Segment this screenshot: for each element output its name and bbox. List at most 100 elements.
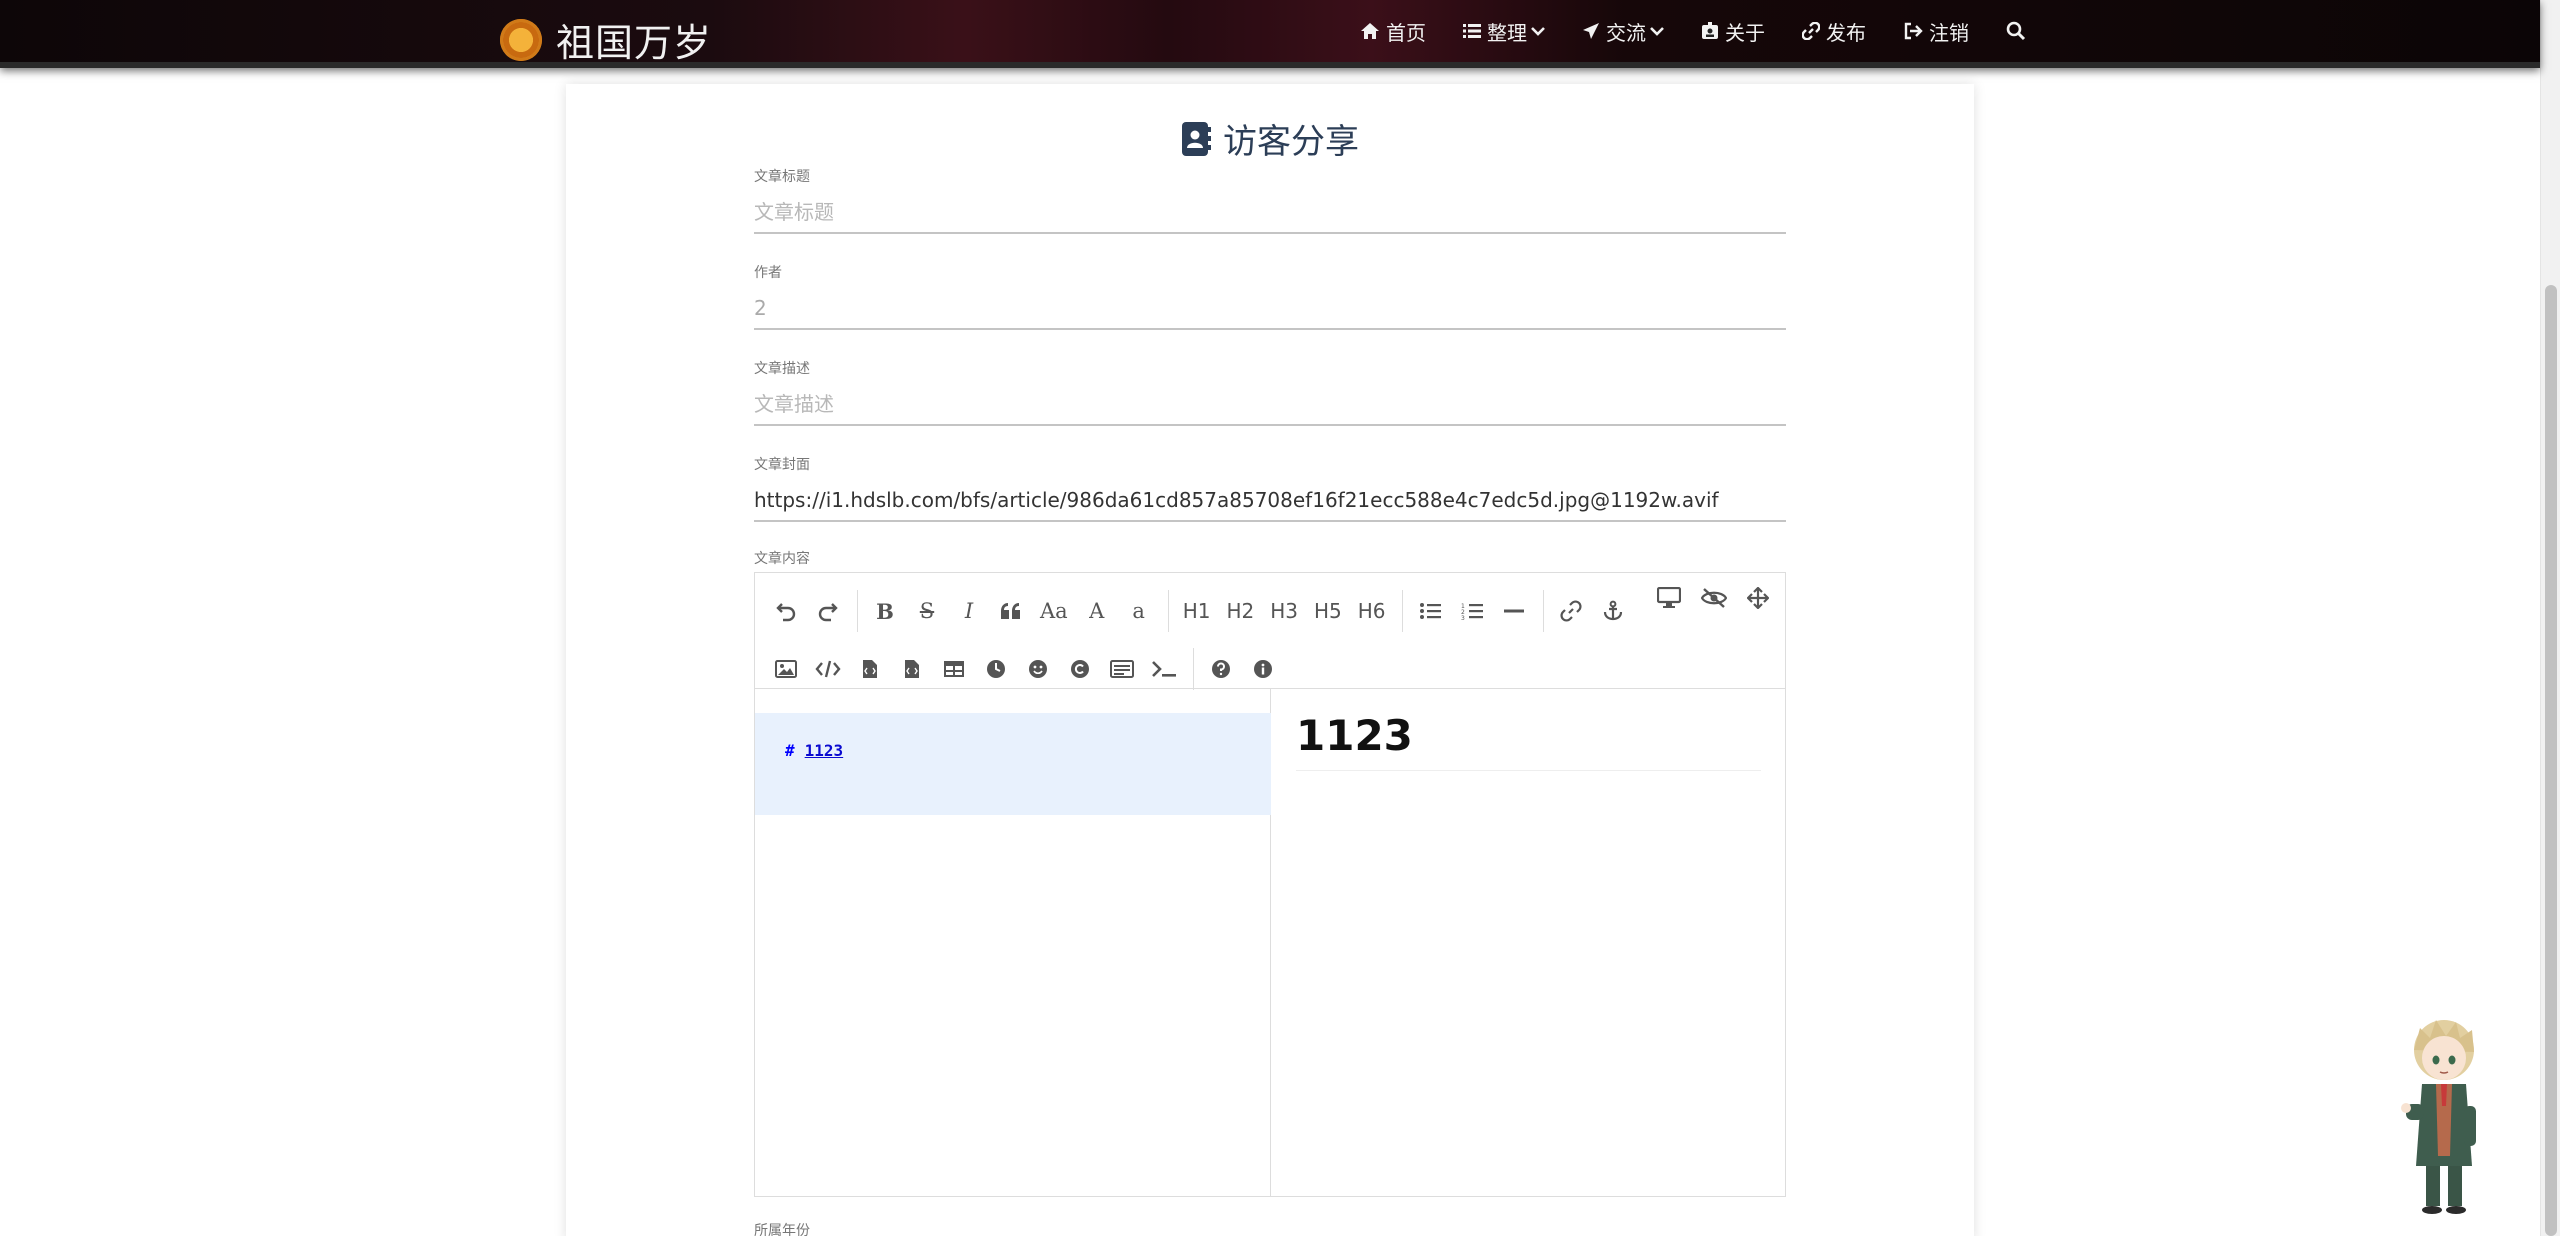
chevron-down-icon	[1650, 27, 1664, 36]
h6-button[interactable]: H6	[1358, 596, 1386, 626]
list-icon	[1463, 24, 1481, 38]
toolbar-divider	[857, 590, 858, 632]
markdown-source-pane[interactable]: #1123	[755, 689, 1271, 1196]
toolbar-divider	[1167, 590, 1169, 632]
site-logo	[500, 18, 542, 61]
h1-button[interactable]: H1	[1183, 596, 1211, 626]
uppercase-button[interactable]: A	[1084, 596, 1110, 626]
nav-item-publish[interactable]: 发布	[1802, 17, 1866, 46]
content-field: 文章内容	[754, 548, 1786, 568]
year-label: 所属年份	[754, 1223, 810, 1236]
id-badge-icon	[1702, 22, 1718, 39]
editor-toolbar: B S I Aa A a H1 H2 H3 H5 H6 123	[755, 573, 1785, 690]
title-input[interactable]	[754, 186, 1786, 234]
toolbar-row-1: B S I Aa A a H1 H2 H3 H5 H6 123	[773, 590, 1642, 632]
page-break-icon[interactable]	[1109, 654, 1135, 684]
arrows-icon[interactable]	[1746, 586, 1770, 613]
strikethrough-button[interactable]: S	[914, 596, 940, 626]
author-field: 作者	[754, 262, 1786, 330]
code-icon[interactable]	[815, 654, 841, 684]
eye-slash-icon[interactable]	[1700, 587, 1728, 613]
undo-icon[interactable]	[773, 596, 799, 626]
redo-icon[interactable]	[815, 596, 841, 626]
quote-icon[interactable]	[998, 596, 1024, 626]
h3-button[interactable]: H3	[1270, 596, 1298, 626]
markdown-preview-pane: 1123	[1272, 689, 1785, 1196]
nav-home-label: 首页	[1386, 20, 1426, 45]
active-line-highlight	[755, 713, 1271, 815]
address-book-icon	[1182, 121, 1211, 156]
share-form-card: 访客分享 文章标题 作者 文章描述 文章封面 文章内容 B S I A	[566, 84, 1974, 1236]
paper-plane-icon	[1583, 23, 1599, 39]
nav-search-button[interactable]	[2006, 21, 2032, 41]
italic-button[interactable]: I	[956, 596, 982, 626]
image-icon[interactable]	[773, 654, 799, 684]
link-icon[interactable]	[1558, 596, 1584, 626]
top-navbar: 祖国万岁 首页 整理 交流 关于 发布 注销	[0, 0, 2540, 68]
source-heading-text: 1123	[804, 741, 844, 760]
page-scrollbar[interactable]	[2540, 0, 2560, 1236]
cover-input[interactable]	[754, 474, 1786, 522]
cover-field: 文章封面	[754, 454, 1786, 522]
clock-icon[interactable]	[983, 654, 1009, 684]
cover-label: 文章封面	[754, 457, 810, 473]
author-label: 作者	[754, 265, 782, 281]
author-input[interactable]	[754, 282, 1786, 330]
title-field: 文章标题	[754, 166, 1786, 234]
page-heading: 访客分享	[566, 114, 1974, 163]
markdown-editor: B S I Aa A a H1 H2 H3 H5 H6 123 # 1123 1…	[754, 572, 1786, 1197]
copyright-icon[interactable]	[1067, 654, 1093, 684]
nav-item-exchange[interactable]: 交流	[1582, 17, 1664, 46]
toolbar-divider	[1401, 590, 1403, 632]
nav-exchange-label: 交流	[1606, 20, 1646, 45]
brand[interactable]: 祖国万岁	[500, 12, 712, 67]
nav-logout-label: 注销	[1929, 20, 1969, 45]
description-field: 文章描述	[754, 358, 1786, 426]
info-icon[interactable]	[1250, 654, 1276, 684]
nav-about-label: 关于	[1725, 20, 1765, 45]
scrollbar-thumb[interactable]	[2545, 285, 2557, 1236]
smile-icon[interactable]	[1025, 654, 1051, 684]
file-code-icon[interactable]	[857, 654, 883, 684]
link-icon	[1802, 22, 1820, 40]
desktop-icon[interactable]	[1656, 586, 1682, 613]
anchor-icon[interactable]	[1600, 596, 1626, 626]
unordered-list-icon[interactable]	[1417, 596, 1443, 626]
toolbar-row-2	[773, 648, 1292, 690]
lowercase-button[interactable]: a	[1126, 596, 1152, 626]
h5-button[interactable]: H5	[1314, 596, 1342, 626]
nav-publish-label: 发布	[1826, 20, 1866, 45]
toolbar-right-group	[1656, 586, 1770, 613]
description-label: 文章描述	[754, 361, 810, 377]
file-code-icon[interactable]	[899, 654, 925, 684]
ordered-list-icon[interactable]: 123	[1459, 596, 1485, 626]
nav-item-organize[interactable]: 整理	[1463, 17, 1545, 46]
chevron-down-icon	[1531, 27, 1545, 36]
source-line: #1123	[785, 741, 843, 760]
main-nav: 首页 整理 交流 关于 发布 注销	[1360, 0, 2069, 62]
preview-heading: 1123	[1296, 711, 1761, 771]
search-icon	[2006, 21, 2026, 41]
content-label: 文章内容	[754, 551, 810, 567]
description-input[interactable]	[754, 378, 1786, 426]
mascot-character[interactable]	[2396, 1016, 2486, 1216]
horizontal-rule-icon[interactable]	[1501, 596, 1527, 626]
bold-button[interactable]: B	[872, 596, 898, 626]
h2-button[interactable]: H2	[1226, 596, 1254, 626]
home-icon	[1361, 23, 1379, 39]
nav-organize-label: 整理	[1487, 20, 1527, 45]
title-label: 文章标题	[754, 169, 810, 185]
table-icon[interactable]	[941, 654, 967, 684]
heading-marker: #	[785, 741, 795, 760]
nav-item-home[interactable]: 首页	[1360, 17, 1426, 46]
site-title: 祖国万岁	[556, 21, 713, 65]
nav-item-logout[interactable]: 注销	[1903, 17, 1969, 46]
help-icon[interactable]	[1208, 654, 1234, 684]
svg-text:3: 3	[1461, 615, 1465, 620]
title-case-button[interactable]: Aa	[1040, 596, 1068, 626]
nav-item-about[interactable]: 关于	[1701, 17, 1765, 46]
toolbar-divider	[1193, 648, 1194, 690]
page-title: 访客分享	[1223, 122, 1359, 162]
terminal-icon[interactable]	[1151, 654, 1177, 684]
toolbar-divider	[1542, 590, 1544, 632]
